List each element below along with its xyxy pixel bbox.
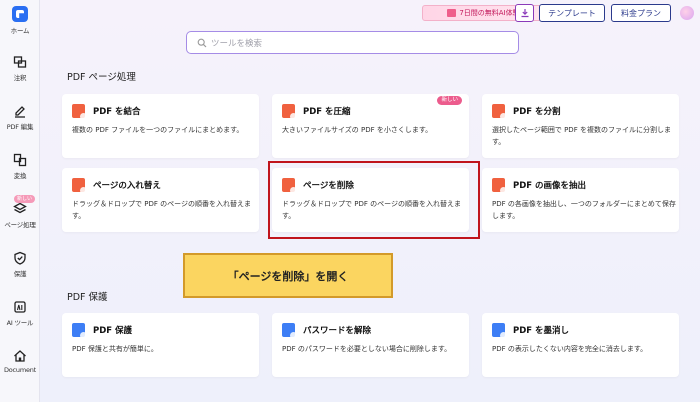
sidebar-item-label: ページ処理 bbox=[4, 221, 36, 229]
reorder-icon bbox=[72, 178, 87, 194]
sidebar-item-label: 保護 bbox=[13, 270, 27, 278]
avatar[interactable] bbox=[680, 6, 694, 20]
merge-icon bbox=[72, 104, 87, 120]
instruction-callout: 「ページを削除」を開く bbox=[183, 253, 393, 298]
sidebar-item-document[interactable]: Document bbox=[0, 349, 40, 374]
card-title: PDF を墨消し bbox=[513, 326, 570, 336]
sidebar-item-page-processing[interactable]: 新しい ページ処理 bbox=[0, 195, 40, 229]
lock-icon bbox=[72, 323, 87, 339]
card-description: 選択したページ範囲で PDF を複数のファイルに分割します。 bbox=[492, 126, 671, 146]
image-icon bbox=[492, 178, 507, 194]
card-split-pdf[interactable]: PDF を分割 選択したページ範囲で PDF を複数のファイルに分割します。 bbox=[482, 94, 679, 158]
card-title: ページの入れ替え bbox=[93, 181, 161, 191]
sidebar-item-ai-tools[interactable]: AI ツール bbox=[0, 300, 40, 327]
card-title: PDF を分割 bbox=[513, 107, 561, 117]
main-content: 7日間の無料AI体験！ テンプレート 料金プラン ツールを検索 PDF ページ処… bbox=[40, 0, 700, 402]
card-protect-pdf[interactable]: PDF 保護 PDF 保護と共有が簡単に。 bbox=[62, 313, 259, 377]
card-description: PDF の表示したくない内容を完全に消去します。 bbox=[492, 345, 648, 353]
convert-icon bbox=[13, 153, 27, 167]
compress-icon bbox=[282, 104, 297, 120]
card-description: PDF の各画像を抽出し、一つのフォルダーにまとめて保存します。 bbox=[492, 200, 676, 220]
download-button[interactable] bbox=[515, 4, 534, 22]
card-remove-password[interactable]: パスワードを解除 PDF のパスワードを必要としない場合に削除します。 bbox=[272, 313, 469, 377]
annotation-icon bbox=[13, 56, 27, 68]
shield-icon bbox=[14, 251, 26, 265]
redact-icon bbox=[492, 323, 507, 339]
edit-icon bbox=[15, 106, 25, 118]
sidebar-item-protect[interactable]: 保護 bbox=[0, 251, 40, 278]
sidebar-item-edit[interactable]: PDF 編集 bbox=[0, 104, 40, 131]
new-badge: 新しい bbox=[14, 195, 36, 203]
sidebar-item-label: AI ツール bbox=[6, 319, 34, 327]
card-title: PDF の画像を抽出 bbox=[513, 181, 587, 191]
ai-icon bbox=[14, 301, 26, 313]
card-compress-pdf[interactable]: 新しい PDF を圧縮 大きいファイルサイズの PDF を小さくします。 bbox=[272, 94, 469, 158]
card-extract-images[interactable]: PDF の画像を抽出 PDF の各画像を抽出し、一つのフォルダーにまとめて保存し… bbox=[482, 168, 679, 232]
card-description: PDF のパスワードを必要としない場合に削除します。 bbox=[282, 345, 452, 353]
new-badge: 新しい bbox=[437, 96, 462, 105]
gift-icon bbox=[447, 9, 457, 17]
sidebar-item-annotation[interactable]: 注釈 bbox=[0, 55, 40, 82]
download-icon bbox=[521, 9, 528, 18]
card-description: 複数の PDF ファイルを一つのファイルにまとめます。 bbox=[72, 126, 244, 134]
card-reorder-pages[interactable]: ページの入れ替え ドラッグ＆ドロップで PDF のページの順番を入れ替えます。 bbox=[62, 168, 259, 232]
sidebar-item-label: Document bbox=[3, 366, 37, 374]
search-input[interactable]: ツールを検索 bbox=[186, 31, 519, 54]
search-placeholder: ツールを検索 bbox=[211, 38, 263, 49]
card-title: PDF 保護 bbox=[93, 326, 133, 336]
sidebar-item-convert[interactable]: 変換 bbox=[0, 153, 40, 180]
card-title: パスワードを解除 bbox=[303, 326, 372, 336]
unlock-icon bbox=[282, 323, 297, 339]
card-description: PDF 保護と共有が簡単に。 bbox=[72, 345, 158, 353]
card-title: PDF を圧縮 bbox=[303, 107, 351, 117]
pricing-button[interactable]: 料金プラン bbox=[611, 4, 671, 22]
section-title-page-processing: PDF ページ処理 bbox=[67, 72, 136, 83]
sidebar: ホーム 注釈 PDF 編集 変換 新しい ページ処理 保護 AI ツール Doc… bbox=[0, 0, 40, 402]
logo-icon bbox=[12, 6, 28, 22]
sidebar-item-label: 変換 bbox=[13, 172, 27, 180]
card-description: 大きいファイルサイズの PDF を小さくします。 bbox=[282, 126, 433, 134]
card-description: ドラッグ＆ドロップで PDF のページの順番を入れ替えます。 bbox=[72, 200, 251, 220]
sidebar-item-label: ホーム bbox=[10, 27, 30, 35]
search-icon bbox=[197, 38, 207, 47]
home-icon bbox=[14, 350, 26, 362]
highlight-frame bbox=[268, 161, 480, 239]
split-icon bbox=[492, 104, 507, 120]
sidebar-item-home[interactable]: ホーム bbox=[0, 6, 40, 35]
sidebar-item-label: 注釈 bbox=[13, 74, 27, 82]
card-redact-pdf[interactable]: PDF を墨消し PDF の表示したくない内容を完全に消去します。 bbox=[482, 313, 679, 377]
section-title-protect: PDF 保護 bbox=[67, 292, 108, 303]
template-button[interactable]: テンプレート bbox=[539, 4, 605, 22]
layers-icon bbox=[13, 202, 27, 214]
card-title: PDF を結合 bbox=[93, 107, 141, 117]
sidebar-item-label: PDF 編集 bbox=[6, 123, 34, 131]
card-merge-pdf[interactable]: PDF を結合 複数の PDF ファイルを一つのファイルにまとめます。 bbox=[62, 94, 259, 158]
